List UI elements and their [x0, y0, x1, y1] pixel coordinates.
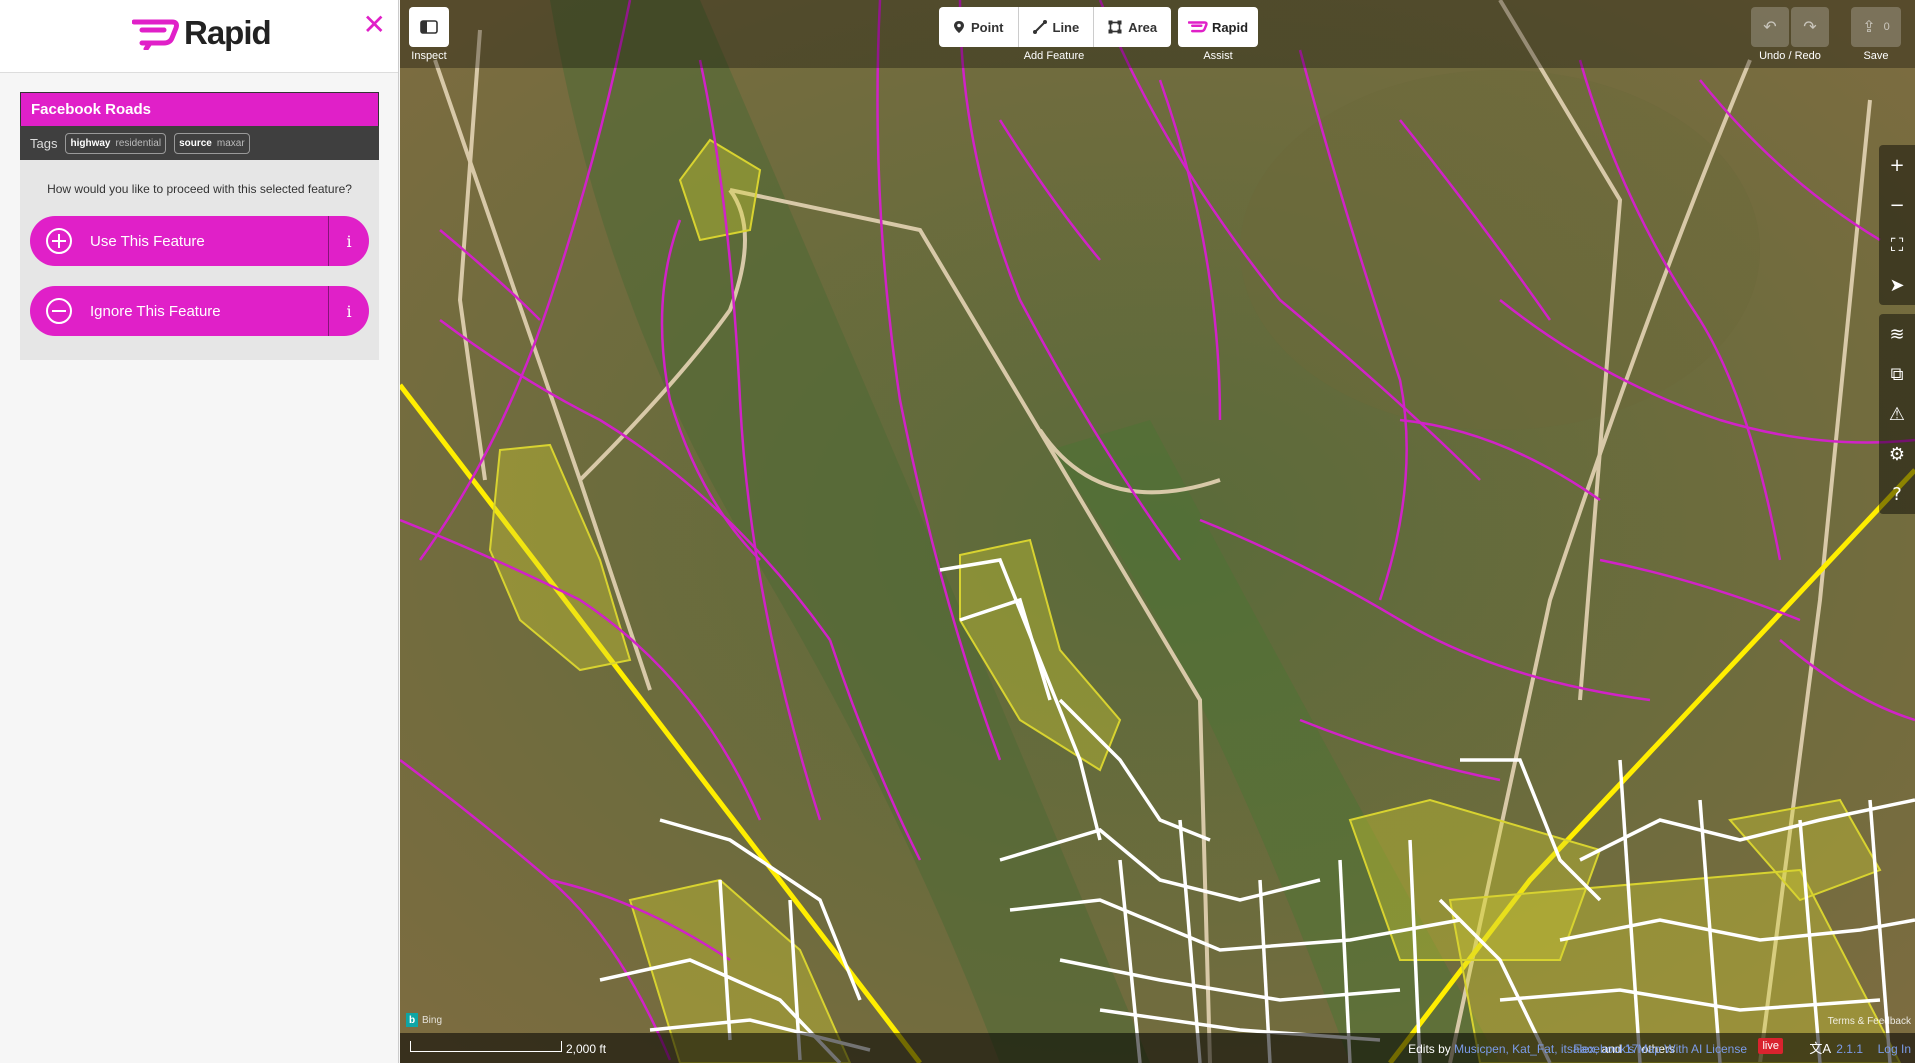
minus-circle-icon	[46, 298, 72, 324]
layers-icon[interactable]: ≋	[1879, 314, 1915, 354]
tag-value: maxar	[216, 137, 245, 149]
inspect-button[interactable]	[409, 7, 449, 47]
rapid-icon	[1187, 21, 1208, 33]
redo-button[interactable]: ↷	[1791, 7, 1829, 47]
zoom-controls: + − ⛶ ➤	[1879, 145, 1915, 305]
feature-title: Facebook Roads	[20, 92, 379, 126]
language-icon[interactable]: 文A	[1809, 1038, 1831, 1057]
line-label: Line	[1052, 19, 1080, 35]
geolocate-icon[interactable]: ➤	[1879, 265, 1915, 305]
map-canvas[interactable]	[400, 0, 1915, 1063]
redo-icon: ↷	[1803, 19, 1817, 36]
area-label: Area	[1128, 19, 1158, 35]
ignore-feature-button[interactable]: Ignore This Feature i	[30, 286, 369, 336]
save-button[interactable]: ⇪ 0	[1851, 7, 1901, 47]
assist-caption: Assist	[1203, 50, 1233, 62]
map-area[interactable]: Inspect Point Line Area Add Feature Rapi…	[400, 0, 1915, 1063]
inspect-caption: Inspect	[411, 50, 447, 62]
zoom-to-selection-icon[interactable]: ⛶	[1879, 225, 1915, 265]
use-feature-label: Use This Feature	[90, 232, 205, 250]
undo-button[interactable]: ↶	[1751, 7, 1789, 47]
sidebar-toggle-icon	[420, 20, 438, 34]
undo-icon: ↶	[1763, 19, 1777, 36]
use-feature-info-button[interactable]: i	[328, 216, 369, 266]
imagery-attribution[interactable]: b Bing	[406, 1013, 442, 1027]
tag-value: residential	[115, 137, 162, 149]
rapid-assist-label: Rapid	[1211, 19, 1249, 35]
issues-icon[interactable]: ⚠	[1879, 394, 1915, 434]
imagery-name: Bing	[422, 1014, 443, 1026]
login-link[interactable]: Log In	[1878, 1042, 1911, 1056]
add-point-button[interactable]: Point	[939, 7, 1019, 47]
scale-label: 2,000 ft	[566, 1042, 607, 1056]
tags-label: Tags	[30, 135, 58, 151]
rapid-logo: Rapid	[132, 14, 272, 52]
zoom-in-icon[interactable]: +	[1879, 145, 1915, 185]
feature-actions: How would you like to proceed with this …	[20, 160, 379, 360]
add-feature-caption: Add Feature	[1023, 50, 1085, 62]
save-count: 0	[1883, 21, 1890, 33]
area-icon	[1108, 20, 1122, 34]
brand-header: Rapid ✕	[0, 0, 398, 73]
sidebar: Rapid ✕ Facebook Roads Tags highway resi…	[0, 0, 399, 1063]
bing-logo-icon: b	[406, 1013, 418, 1027]
close-icon[interactable]: ✕	[363, 8, 386, 41]
add-area-button[interactable]: Area	[1094, 7, 1171, 47]
line-icon	[1032, 20, 1047, 34]
ignore-feature-label: Ignore This Feature	[90, 302, 221, 320]
help-icon[interactable]: ?	[1879, 474, 1915, 514]
feature-tags: Tags highway residential source maxar	[20, 126, 379, 160]
map-data-icon[interactable]: ⧉	[1879, 354, 1915, 394]
plus-circle-icon	[46, 228, 72, 254]
map-footer: 2,000 ft Edits by Musicpen, Kat_Fat, its…	[400, 1033, 1915, 1063]
tag-highway: highway residential	[65, 132, 167, 154]
tag-key: highway	[70, 137, 111, 149]
point-label: Point	[971, 19, 1004, 35]
undo-redo-caption: Undo / Redo	[1759, 50, 1821, 62]
zoom-out-icon[interactable]: −	[1879, 185, 1915, 225]
save-icon: ⇪	[1862, 19, 1876, 36]
license-link[interactable]: Facebook's Map With AI License	[1573, 1042, 1747, 1056]
tag-key: source	[179, 137, 212, 149]
proceed-question: How would you like to proceed with this …	[47, 182, 352, 196]
rapid-assist-button[interactable]: Rapid	[1178, 7, 1258, 47]
panel-controls: ≋ ⧉ ⚠ ⚙ ?	[1879, 314, 1915, 514]
live-badge: live	[1758, 1038, 1783, 1054]
terms-link[interactable]: Terms & Feedback	[1828, 1016, 1911, 1027]
add-line-button[interactable]: Line	[1019, 7, 1095, 47]
version-link[interactable]: 2.1.1	[1836, 1042, 1863, 1056]
save-caption: Save	[1863, 50, 1889, 62]
preferences-icon[interactable]: ⚙	[1879, 434, 1915, 474]
rapid-logo-icon	[132, 19, 179, 50]
add-feature-group: Point Line Area	[939, 7, 1172, 47]
tag-source: source maxar	[174, 132, 250, 154]
use-feature-button[interactable]: Use This Feature i	[30, 216, 369, 266]
scale-bar[interactable]	[410, 1041, 562, 1052]
brand-name: Rapid	[184, 14, 272, 51]
point-icon	[954, 21, 964, 33]
ignore-feature-info-button[interactable]: i	[328, 286, 369, 336]
edits-prefix: Edits by	[1408, 1042, 1451, 1056]
feature-panel: Facebook Roads Tags highway residential …	[20, 92, 379, 360]
